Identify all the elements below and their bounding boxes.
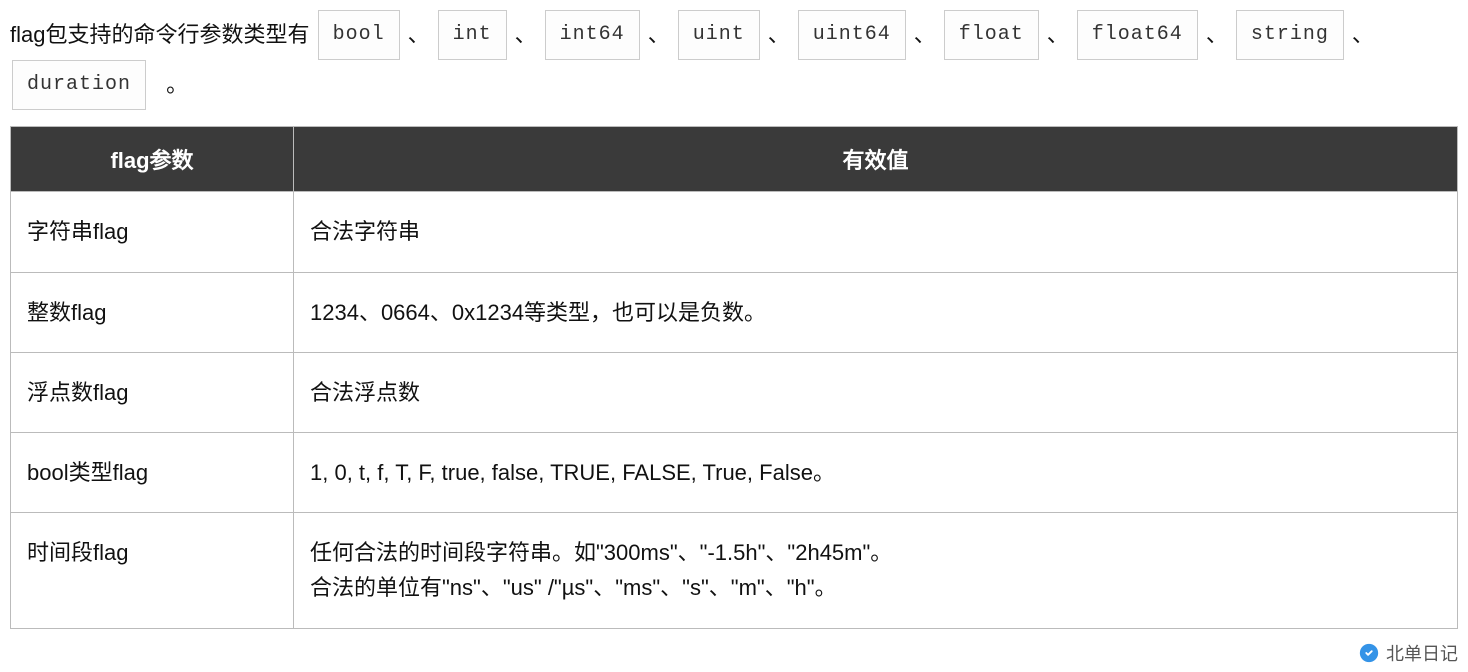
table-cell-param: 整数flag (11, 272, 294, 352)
table-header-col1: flag参数 (11, 127, 294, 192)
type-chip-float: float (944, 10, 1039, 60)
type-chip-int: int (438, 10, 507, 60)
type-chip-bool: bool (318, 10, 400, 60)
type-chip-float64: float64 (1077, 10, 1198, 60)
table-cell-value: 任何合法的时间段字符串。如"300ms"、"-1.5h"、"2h45m"。合法的… (294, 513, 1458, 628)
table-cell-value: 合法浮点数 (294, 352, 1458, 432)
table-row: 字符串flag合法字符串 (11, 192, 1458, 272)
table-cell-value: 1234、0664、0x1234等类型，也可以是负数。 (294, 272, 1458, 352)
intro-prefix: flag包支持的命令行参数类型有 (10, 22, 309, 47)
table-row: 整数flag1234、0664、0x1234等类型，也可以是负数。 (11, 272, 1458, 352)
intro-suffix: 。 (166, 72, 188, 97)
table-cell-value: 1, 0, t, f, T, F, true, false, TRUE, FAL… (294, 432, 1458, 512)
table-cell-param: 浮点数flag (11, 352, 294, 432)
table-cell-value: 合法字符串 (294, 192, 1458, 272)
table-row: bool类型flag1, 0, t, f, T, F, true, false,… (11, 432, 1458, 512)
watermark-text: 北单日记 (1386, 640, 1458, 666)
type-separator: 、 (648, 22, 670, 47)
type-chip-int64: int64 (545, 10, 640, 60)
type-chip-string: string (1236, 10, 1344, 60)
type-separator: 、 (914, 22, 936, 47)
type-chip-uint: uint (678, 10, 760, 60)
type-separator: 、 (1352, 22, 1374, 47)
type-chip-duration: duration (12, 60, 146, 110)
table-cell-param: 字符串flag (11, 192, 294, 272)
flag-table: flag参数 有效值 字符串flag合法字符串整数flag1234、0664、0… (10, 126, 1458, 628)
table-cell-param: 时间段flag (11, 513, 294, 628)
table-body: 字符串flag合法字符串整数flag1234、0664、0x1234等类型，也可… (11, 192, 1458, 628)
table-cell-param: bool类型flag (11, 432, 294, 512)
watermark: 北单日记 (1358, 640, 1458, 666)
intro-paragraph: flag包支持的命令行参数类型有 bool 、 int 、 int64 、 uint 、 uin… (10, 10, 1458, 110)
watermark-icon (1358, 642, 1380, 664)
table-row: 时间段flag任何合法的时间段字符串。如"300ms"、"-1.5h"、"2h4… (11, 513, 1458, 628)
type-separator: 、 (1206, 22, 1228, 47)
type-separator: 、 (408, 22, 430, 47)
type-chip-uint64: uint64 (798, 10, 906, 60)
type-separator: 、 (515, 22, 537, 47)
table-header-col2: 有效值 (294, 127, 1458, 192)
table-row: 浮点数flag合法浮点数 (11, 352, 1458, 432)
table-header-row: flag参数 有效值 (11, 127, 1458, 192)
type-separator: 、 (1047, 22, 1069, 47)
type-separator: 、 (768, 22, 790, 47)
